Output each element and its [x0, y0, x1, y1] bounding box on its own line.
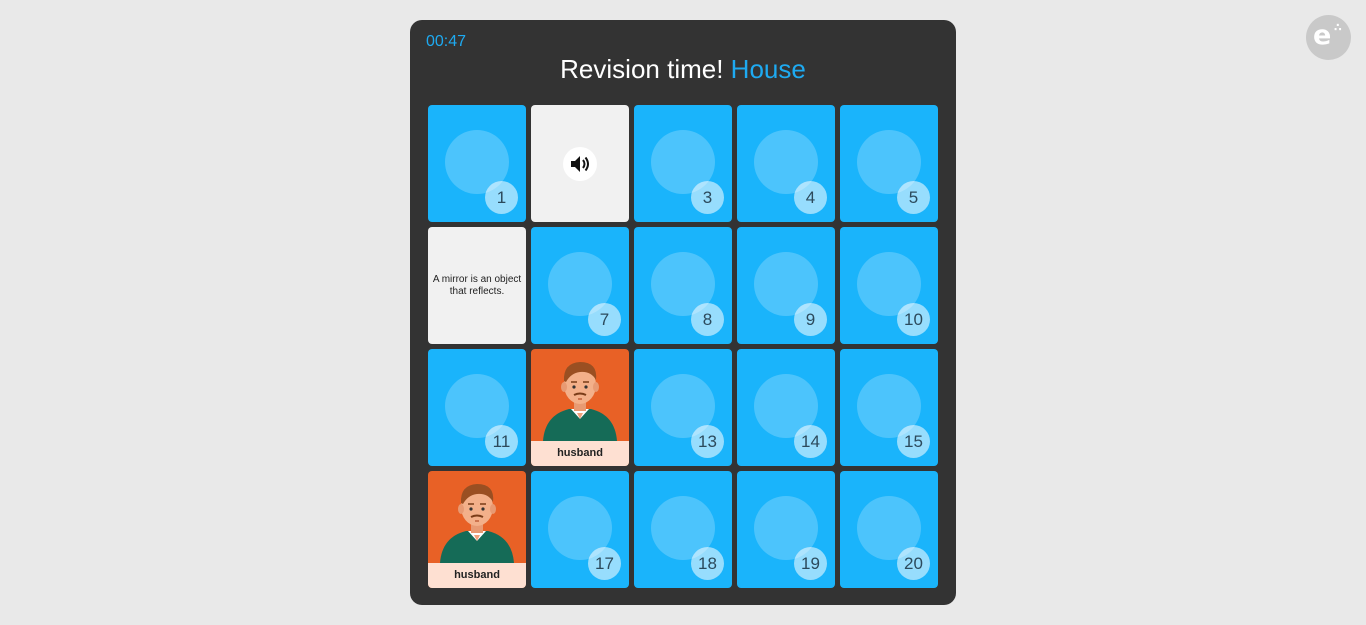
- card-number: 10: [897, 303, 930, 336]
- memory-card-1[interactable]: 1: [428, 105, 526, 222]
- card-number: 15: [897, 425, 930, 458]
- logo-mark-icon: ∴: [1334, 21, 1342, 34]
- card-label: husband: [531, 441, 629, 466]
- memory-card-7[interactable]: 7: [531, 227, 629, 344]
- card-number: 3: [691, 181, 724, 214]
- card-number: 1: [485, 181, 518, 214]
- memory-card-19[interactable]: 19: [737, 471, 835, 588]
- memory-card-15[interactable]: 15: [840, 349, 938, 466]
- memory-card-9[interactable]: 9: [737, 227, 835, 344]
- card-number: 7: [588, 303, 621, 336]
- game-panel: 00:47 Revision time! House 1 3 4 5 A mirror…: [410, 20, 956, 605]
- card-number: 18: [691, 547, 724, 580]
- page-title: Revision time! House: [410, 52, 956, 86]
- memory-card-3[interactable]: 3: [634, 105, 732, 222]
- logo-letter-icon: e: [1313, 20, 1332, 51]
- memory-card-picture[interactable]: husband: [531, 349, 629, 466]
- memory-card-4[interactable]: 4: [737, 105, 835, 222]
- memory-card-text[interactable]: A mirror is an object that reflects.: [428, 227, 526, 344]
- memory-card-picture[interactable]: husband: [428, 471, 526, 588]
- memory-card-10[interactable]: 10: [840, 227, 938, 344]
- educaplay-logo: e ∴: [1306, 15, 1351, 60]
- card-number: 19: [794, 547, 827, 580]
- memory-card-11[interactable]: 11: [428, 349, 526, 466]
- title-topic: House: [730, 54, 806, 84]
- card-label: husband: [428, 563, 526, 588]
- memory-card-17[interactable]: 17: [531, 471, 629, 588]
- memory-card-13[interactable]: 13: [634, 349, 732, 466]
- card-text: A mirror is an object that reflects.: [432, 273, 522, 297]
- card-number: 13: [691, 425, 724, 458]
- card-number: 11: [485, 425, 518, 458]
- memory-card-18[interactable]: 18: [634, 471, 732, 588]
- title-prefix: Revision time!: [560, 54, 724, 84]
- memory-card-audio[interactable]: [531, 105, 629, 222]
- card-number: 17: [588, 547, 621, 580]
- memory-card-8[interactable]: 8: [634, 227, 732, 344]
- memory-card-14[interactable]: 14: [737, 349, 835, 466]
- card-number: 8: [691, 303, 724, 336]
- timer: 00:47: [426, 33, 467, 50]
- card-number: 5: [897, 181, 930, 214]
- memory-card-5[interactable]: 5: [840, 105, 938, 222]
- card-grid: 1 3 4 5 A mirror is an object that reflects…: [428, 105, 938, 588]
- card-number: 20: [897, 547, 930, 580]
- card-number: 4: [794, 181, 827, 214]
- memory-card-20[interactable]: 20: [840, 471, 938, 588]
- speaker-icon[interactable]: [563, 147, 597, 181]
- card-number: 9: [794, 303, 827, 336]
- card-number: 14: [794, 425, 827, 458]
